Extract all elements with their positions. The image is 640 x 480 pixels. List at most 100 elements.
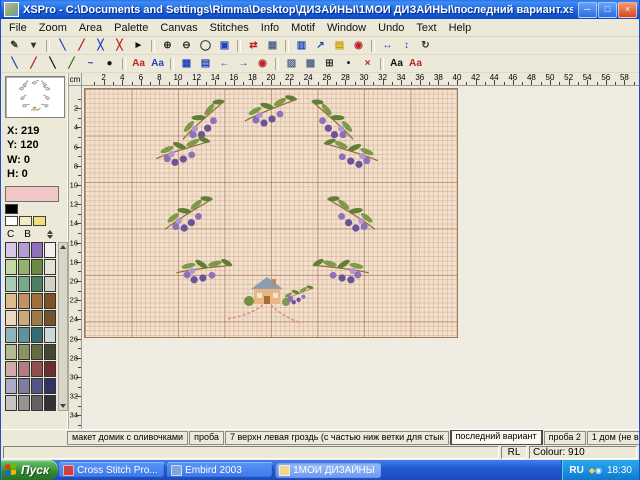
rotate-icon[interactable]: ↻ [416,37,435,54]
menu-item[interactable]: Motif [285,21,321,35]
palette-swatch[interactable] [5,310,17,326]
document-tab[interactable]: 1 дом (не весь для стыковки) [587,431,639,445]
menu-item[interactable]: Info [255,21,285,35]
toolbar-button[interactable] [170,58,174,70]
palette-swatch[interactable] [44,327,56,343]
pattern-dots-icon[interactable]: ▩ [301,55,320,72]
toolbar-button[interactable] [151,40,155,52]
stitch-grid[interactable] [84,88,458,338]
close-button[interactable]: × [618,2,637,18]
palette-swatch[interactable] [44,361,56,377]
palette-swatch[interactable] [31,293,43,309]
palette-swatch[interactable] [31,378,43,394]
swap-arrows-icon[interactable]: ⇄ [244,37,263,54]
palette-swatch[interactable] [18,344,30,360]
palette-swatch[interactable] [44,310,56,326]
motif-copy-icon[interactable]: ▥ [292,37,311,54]
document-tab[interactable]: проба [189,431,224,445]
palette-swatch[interactable] [44,293,56,309]
palette-swatch[interactable] [18,327,30,343]
palette-swatch[interactable] [5,242,17,258]
palette-swatch[interactable] [44,276,56,292]
canvas-viewport[interactable] [82,86,639,429]
toolbar-button[interactable] [371,40,375,52]
palette-swatch[interactable] [18,361,30,377]
zoom-region-icon[interactable]: ◯ [196,37,215,54]
palette-swatch[interactable] [44,378,56,394]
layout-rows-icon[interactable]: ▤ [196,55,215,72]
language-indicator[interactable]: RU [569,465,583,476]
curve-stitch-icon[interactable]: ~ [81,55,100,72]
zoom-in-icon[interactable]: ⊕ [158,37,177,54]
minimize-button[interactable]: ─ [578,2,597,18]
stepper-up-icon[interactable] [47,230,53,234]
menu-item[interactable]: Window [321,21,372,35]
taskbar-button[interactable]: Embird 2003 [167,462,273,478]
backstitch-black-icon[interactable]: ╲ [43,55,62,72]
backstitch-green-icon[interactable]: ╱ [62,55,81,72]
pencil-tool-icon[interactable]: ✎ [5,37,24,54]
text-tool-red-icon[interactable]: Aa [129,55,148,72]
delete-icon[interactable]: × [358,55,377,72]
palette-swatch[interactable] [5,216,18,226]
menu-item[interactable]: Canvas [154,21,203,35]
menu-item[interactable]: Text [410,21,442,35]
palette-swatch[interactable] [5,378,17,394]
palette-swatch[interactable] [44,242,56,258]
toolbar-button[interactable] [122,58,126,70]
menu-item[interactable]: Area [73,21,108,35]
taskbar-button[interactable]: Cross Stitch Pro... [59,462,165,478]
font-red-icon[interactable]: Аа [406,55,425,72]
palette-swatch[interactable] [33,216,46,226]
small-knot-icon[interactable]: • [339,55,358,72]
backstitch-blue-icon[interactable]: ╲ [5,55,24,72]
scroll-down-icon[interactable] [60,404,66,408]
toolbar-button[interactable] [380,58,384,70]
current-color-swatch[interactable] [5,186,59,202]
palette-swatch[interactable] [5,327,17,343]
palette-swatch[interactable] [5,361,17,377]
highlight-icon[interactable]: ▤ [330,37,349,54]
taskbar-button[interactable]: 1МОИ ДИЗАЙНЫ [275,462,381,478]
palette-swatch[interactable] [5,204,18,214]
palette-swatch[interactable] [31,259,43,275]
menu-item[interactable]: Stitches [204,21,255,35]
target-icon[interactable]: ◉ [349,37,368,54]
shift-left-icon[interactable]: ← [215,55,234,72]
scroll-up-icon[interactable] [60,245,66,249]
french-knot-icon[interactable]: ● [100,55,119,72]
palette-swatch[interactable] [18,378,30,394]
shift-right-icon[interactable]: → [234,55,253,72]
zoom-fit-icon[interactable]: ▣ [215,37,234,54]
palette-swatch[interactable] [31,310,43,326]
toolbar-button[interactable] [237,40,241,52]
palette-swatch[interactable] [31,344,43,360]
half-stitch-fwd-icon[interactable]: ╱ [72,37,91,54]
palette-swatch[interactable] [5,276,17,292]
stepper-down-icon[interactable] [47,235,53,239]
palette-swatch[interactable] [18,242,30,258]
start-button[interactable]: Пуск [1,460,58,480]
palette-swatch[interactable] [18,310,30,326]
backstitch-red-icon[interactable]: ╱ [24,55,43,72]
document-tab[interactable]: проба 2 [544,431,586,445]
palette-swatch[interactable] [18,293,30,309]
document-tab[interactable]: макет домик с оливочками [67,431,188,445]
menu-item[interactable]: Help [443,21,478,35]
palette-stepper[interactable] [47,229,53,240]
palette-swatch[interactable] [18,395,30,411]
palette-swatch[interactable] [44,344,56,360]
zoom-out-icon[interactable]: ⊖ [177,37,196,54]
petite-stitch-icon[interactable]: ╳ [110,37,129,54]
grid-toggle-icon[interactable]: ▦ [263,37,282,54]
pattern-grid-icon[interactable]: ▨ [282,55,301,72]
attach-icon[interactable]: ⊞ [320,55,339,72]
font-black-icon[interactable]: Aa [387,55,406,72]
palette-swatch[interactable] [31,242,43,258]
pencil-dropdown-icon[interactable]: ▾ [24,37,43,54]
tray-volume-icon[interactable]: ◉ [595,466,602,475]
palette-swatch[interactable] [5,344,17,360]
menu-item[interactable]: File [3,21,33,35]
palette-swatch[interactable] [31,276,43,292]
menu-item[interactable]: Undo [372,21,410,35]
